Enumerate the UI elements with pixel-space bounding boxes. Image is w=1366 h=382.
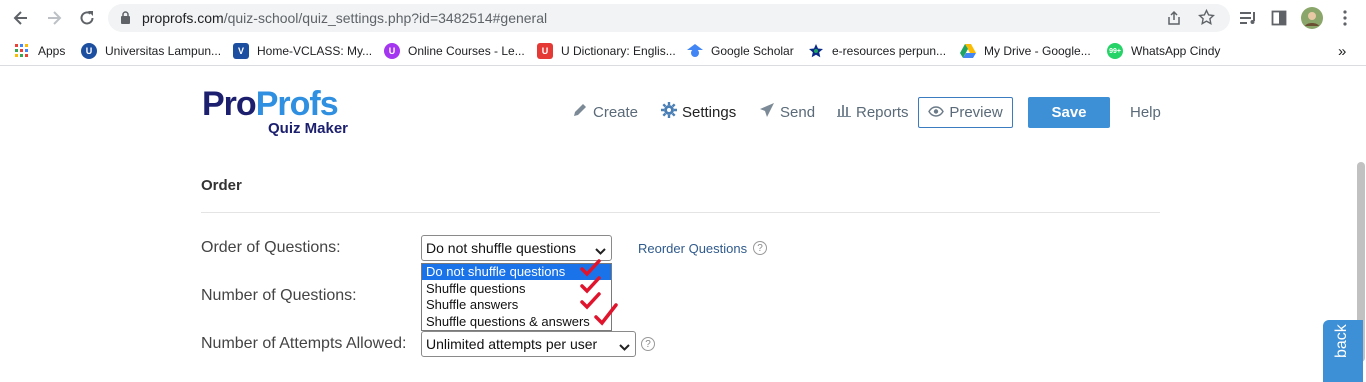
bookmark-vclass[interactable]: V Home-VCLASS: My... bbox=[233, 41, 372, 61]
url-path: /quiz-school/quiz_settings.php?id=348251… bbox=[223, 10, 548, 26]
bookmark-universitas[interactable]: U Universitas Lampun... bbox=[81, 41, 221, 61]
reload-icon[interactable] bbox=[75, 6, 99, 30]
check-mark-icon bbox=[580, 259, 601, 277]
star-icon bbox=[808, 43, 824, 59]
logo-part2: Profs bbox=[255, 85, 339, 123]
check-mark-icon bbox=[580, 276, 601, 294]
save-button[interactable]: Save bbox=[1028, 97, 1110, 128]
section-title: Order bbox=[201, 177, 242, 194]
nav-settings-label: Settings bbox=[682, 103, 737, 121]
bookmark-e-resources[interactable]: e-resources perpun... bbox=[808, 41, 946, 61]
lock-icon bbox=[120, 11, 131, 29]
nav-create-label: Create bbox=[593, 103, 639, 121]
check-marks-annotation bbox=[580, 259, 618, 326]
bookmark-label: Home-VCLASS: My... bbox=[257, 44, 373, 58]
nav-send[interactable]: Send bbox=[759, 101, 815, 123]
reading-list-icon[interactable] bbox=[1236, 6, 1260, 30]
feedback-tab[interactable]: back bbox=[1323, 320, 1363, 382]
bookmark-label: Universitas Lampun... bbox=[105, 44, 222, 58]
reorder-questions-link[interactable]: Reorder Questions bbox=[638, 241, 747, 256]
profile-avatar[interactable] bbox=[1300, 6, 1324, 30]
eye-icon bbox=[928, 104, 949, 121]
divider bbox=[201, 212, 1160, 213]
url-host: proprofs.com bbox=[142, 10, 224, 26]
proprofs-logo[interactable]: ProProfs Quiz Maker bbox=[202, 85, 348, 137]
logo-part1: Pro bbox=[202, 85, 257, 123]
more-bookmarks-button[interactable]: » bbox=[1338, 41, 1346, 61]
whatsapp-icon: 99+ bbox=[1107, 43, 1123, 59]
address-bar[interactable]: proprofs.com/quiz-school/quiz_settings.p… bbox=[108, 4, 1230, 32]
help-circle-icon[interactable]: ? bbox=[641, 337, 655, 351]
side-panel-icon[interactable] bbox=[1267, 6, 1291, 30]
bookmark-label: e-resources perpun... bbox=[832, 44, 947, 58]
bookmark-apps[interactable]: Apps bbox=[14, 41, 65, 61]
forward-icon[interactable] bbox=[42, 6, 66, 30]
bookmark-my-drive[interactable]: My Drive - Google... bbox=[960, 41, 1091, 61]
logo-subtitle: Quiz Maker bbox=[268, 120, 349, 137]
scholar-icon bbox=[687, 43, 703, 59]
pencil-icon bbox=[572, 102, 593, 122]
menu-kebab-icon[interactable] bbox=[1333, 6, 1357, 30]
bookmark-label: U Dictionary: Englis... bbox=[561, 44, 676, 58]
dictionary-icon: U bbox=[537, 43, 553, 59]
attempts-select[interactable]: Unlimited attempts per user bbox=[421, 331, 636, 357]
preview-button[interactable]: Preview bbox=[918, 97, 1013, 128]
help-circle-icon[interactable]: ? bbox=[753, 241, 767, 255]
browser-toolbar: proprofs.com/quiz-school/quiz_settings.p… bbox=[0, 0, 1366, 36]
chevron-down-icon bbox=[619, 339, 630, 355]
bar-chart-icon bbox=[837, 103, 856, 121]
preview-label: Preview bbox=[949, 104, 1003, 121]
bookmark-star-icon[interactable] bbox=[1198, 8, 1215, 31]
udemy-icon: U bbox=[384, 43, 400, 59]
send-icon bbox=[759, 102, 780, 122]
nav-reports-label: Reports bbox=[856, 103, 909, 121]
nav-reports[interactable]: Reports bbox=[837, 101, 909, 123]
bookmark-label: Apps bbox=[38, 44, 66, 58]
drive-icon bbox=[960, 43, 976, 59]
attempts-select-value: Unlimited attempts per user bbox=[426, 336, 598, 352]
number-of-attempts-label: Number of Attempts Allowed: bbox=[201, 335, 407, 352]
bookmark-label: Google Scholar bbox=[711, 44, 794, 58]
gear-icon bbox=[661, 102, 682, 122]
apps-grid-icon bbox=[14, 43, 30, 59]
order-select-value: Do not shuffle questions bbox=[426, 240, 576, 256]
order-of-questions-label: Order of Questions: bbox=[201, 239, 341, 256]
bookmark-label: WhatsApp Cindy bbox=[1131, 44, 1221, 58]
check-mark-icon bbox=[580, 292, 601, 310]
bookmark-label: My Drive - Google... bbox=[984, 44, 1091, 58]
bookmark-label: Online Courses - Le... bbox=[408, 44, 525, 58]
check-mark-icon bbox=[594, 303, 618, 326]
bookmark-u-dictionary[interactable]: U U Dictionary: Englis... bbox=[537, 41, 676, 61]
nav-send-label: Send bbox=[780, 103, 816, 121]
nav-settings[interactable]: Settings bbox=[661, 101, 736, 123]
feedback-label: back bbox=[1333, 324, 1350, 358]
help-link[interactable]: Help bbox=[1130, 104, 1161, 121]
bookmarks-bar: Apps U Universitas Lampun... V Home-VCLA… bbox=[0, 36, 1366, 66]
quiz-settings-page: ProProfs Quiz Maker Create Settings Send… bbox=[0, 67, 1366, 382]
bookmark-google-scholar[interactable]: Google Scholar bbox=[687, 41, 794, 61]
university-icon: U bbox=[81, 43, 97, 59]
bookmark-whatsapp[interactable]: 99+ WhatsApp Cindy bbox=[1107, 41, 1220, 61]
number-of-questions-label: Number of Questions: bbox=[201, 287, 357, 304]
nav-create[interactable]: Create bbox=[572, 101, 638, 123]
share-icon[interactable] bbox=[1166, 10, 1182, 31]
bookmark-online-courses[interactable]: U Online Courses - Le... bbox=[384, 41, 525, 61]
back-icon[interactable] bbox=[9, 6, 33, 30]
vclass-icon: V bbox=[233, 43, 249, 59]
